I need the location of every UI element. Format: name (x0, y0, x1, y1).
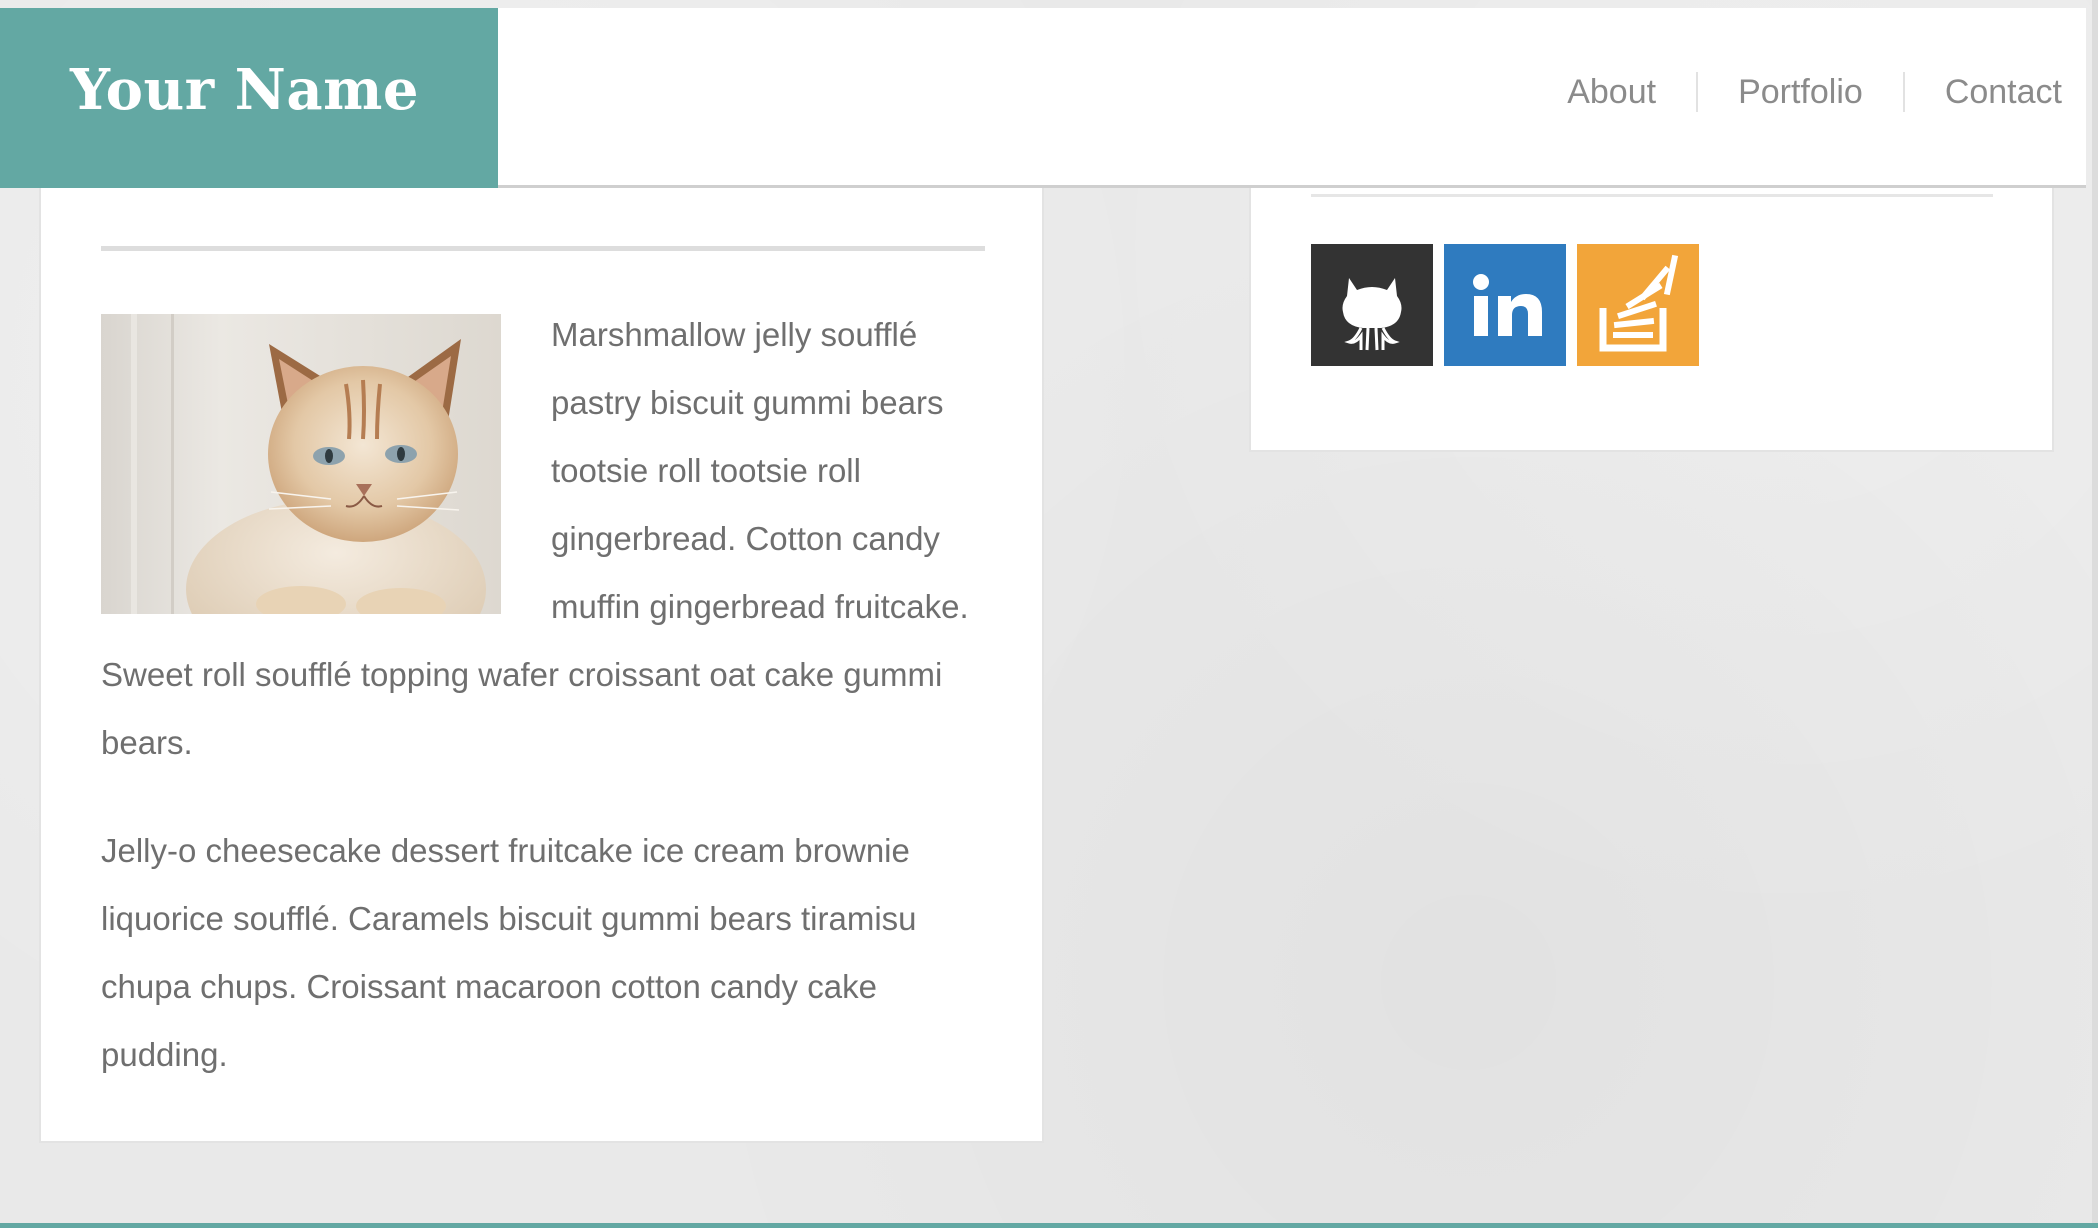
github-icon[interactable] (1311, 244, 1433, 366)
linkedin-icon[interactable] (1444, 244, 1566, 366)
sidebar-card (1249, 188, 2054, 452)
site-logo[interactable]: Your Name (70, 62, 419, 118)
nav-link-about[interactable]: About (1527, 72, 1696, 112)
site-header: Your Name About Portfolio Contact (0, 8, 2086, 188)
main-content-card: Marshmallow jelly soufflé pastry biscuit… (39, 188, 1044, 1143)
paragraph-1: Marshmallow jelly soufflé pastry biscuit… (101, 301, 991, 777)
section-divider (101, 246, 985, 251)
logo-block[interactable]: Your Name (0, 8, 498, 188)
paragraph-2: Jelly-o cheesecake dessert fruitcake ice… (101, 832, 917, 1073)
article-text: Marshmallow jelly soufflé pastry biscuit… (101, 301, 991, 1129)
nav-link-portfolio[interactable]: Portfolio (1696, 72, 1903, 112)
image-float-spacer (101, 301, 551, 641)
main-nav: About Portfolio Contact (1527, 72, 2074, 112)
stackoverflow-icon[interactable] (1577, 244, 1699, 366)
social-links (1311, 244, 1710, 366)
sidebar-divider (1311, 194, 1993, 197)
footer-accent-bar (0, 1223, 2098, 1228)
scrollbar-track[interactable] (2092, 0, 2098, 1228)
nav-link-contact[interactable]: Contact (1902, 72, 2074, 112)
